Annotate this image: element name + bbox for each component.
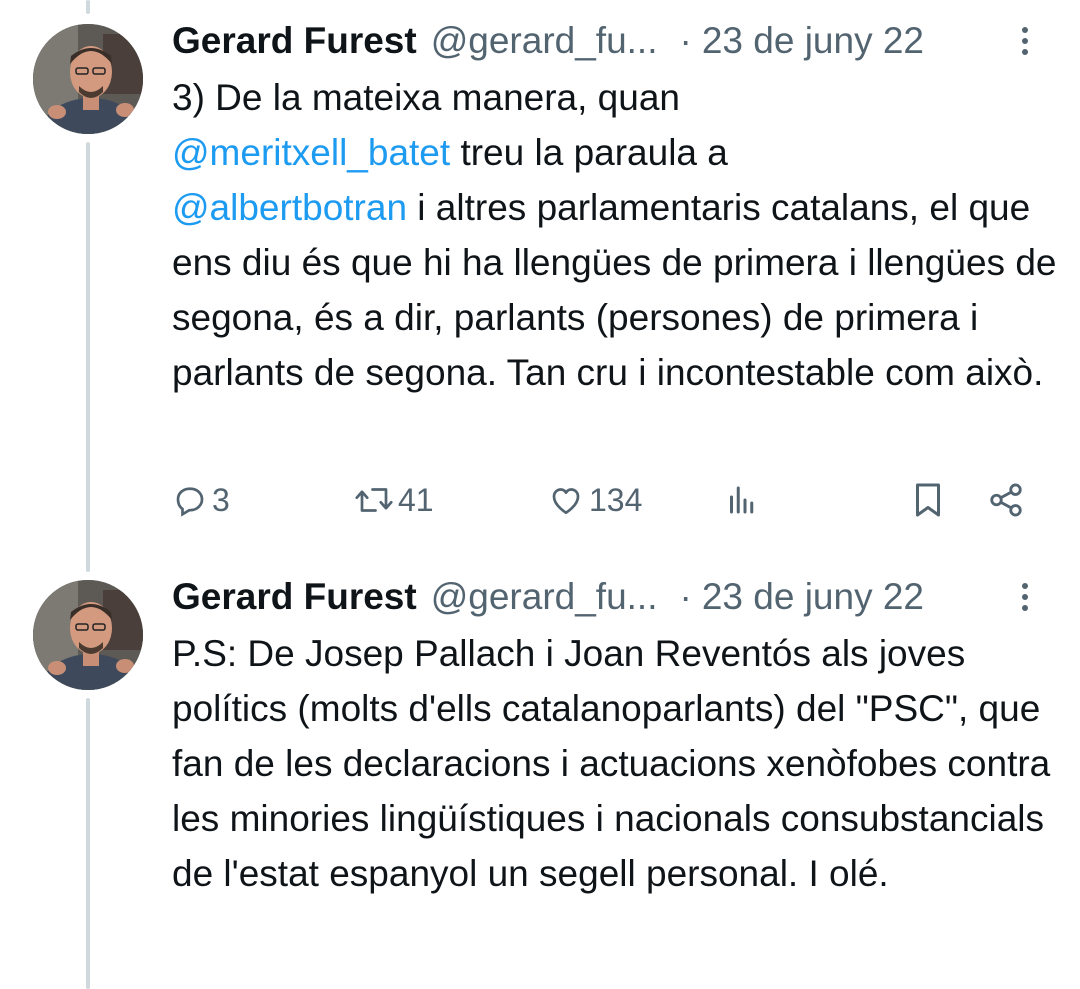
bookmark-button[interactable] [910, 475, 946, 525]
like-count: 134 [589, 481, 643, 518]
more-icon[interactable] [1010, 21, 1040, 61]
like-button[interactable]: 134 [547, 475, 642, 525]
reply-count: 3 [212, 481, 230, 518]
retweet-count: 41 [398, 481, 434, 518]
tweet-text: 3) De la mateixa manera, quan @meritxell_… [172, 70, 1062, 400]
separator: · [679, 20, 692, 61]
tweet-1[interactable]: Gerard Furest @gerard_fu... · 23 de juny… [0, 11, 1080, 541]
avatar[interactable] [33, 580, 143, 690]
tweet-text-part: 3) De la mateixa manera, quan [172, 77, 680, 118]
mention-link[interactable]: @meritxell_batet [172, 132, 450, 173]
tweet-text: P.S: De Josep Pallach i Joan Reventós al… [172, 633, 1051, 894]
tweet-date[interactable]: 23 de juny 22 [702, 20, 924, 62]
reply-button[interactable]: 3 [172, 475, 230, 525]
like-icon [552, 488, 580, 515]
tweet-text-part: treu la paraula a [450, 132, 728, 173]
author-name[interactable]: Gerard Furest [172, 576, 417, 618]
bookmark-icon [916, 483, 940, 517]
tweet-header: Gerard Furest @gerard_fu... · 23 de juny… [172, 567, 924, 627]
action-bar: 3 41 134 [172, 475, 1032, 525]
avatar[interactable] [33, 24, 143, 134]
tweet-2[interactable]: Gerard Furest @gerard_fu... · 23 de juny… [0, 567, 1080, 989]
author-name[interactable]: Gerard Furest [172, 20, 417, 62]
tweet-date[interactable]: 23 de juny 22 [702, 576, 924, 618]
separator: · [679, 576, 692, 617]
mention-link[interactable]: @albertbotran [172, 187, 407, 228]
views-button[interactable] [724, 475, 760, 525]
author-handle[interactable]: @gerard_fu... [431, 576, 658, 618]
tweet-header: Gerard Furest @gerard_fu... · 23 de juny… [172, 11, 924, 71]
more-icon[interactable] [1010, 577, 1040, 617]
share-button[interactable] [987, 475, 1025, 525]
views-icon [730, 486, 754, 514]
reply-icon [176, 487, 204, 517]
author-handle[interactable]: @gerard_fu... [431, 20, 658, 62]
retweet-icon [355, 488, 393, 512]
share-icon [990, 483, 1022, 517]
retweet-button[interactable]: 41 [354, 475, 434, 525]
